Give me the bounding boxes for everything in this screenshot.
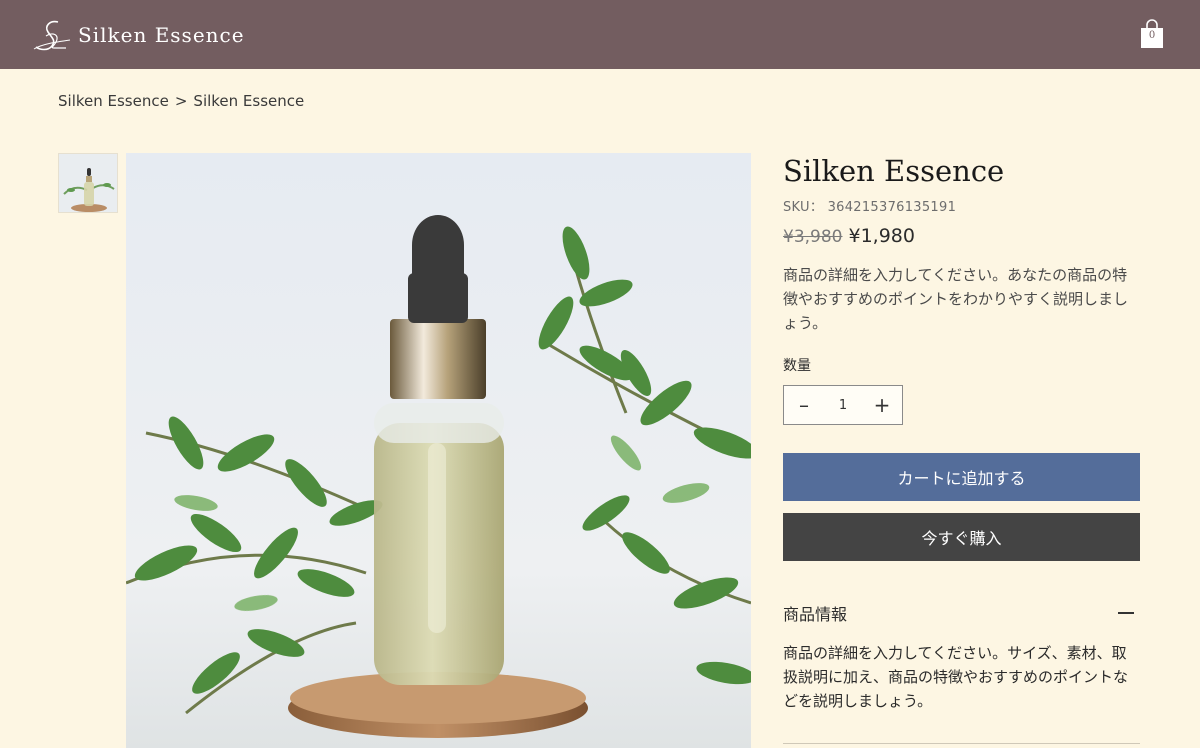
quantity-label: 数量 bbox=[783, 358, 811, 374]
script-s-logo-icon bbox=[33, 20, 71, 51]
add-to-cart-button[interactable]: カートに追加する bbox=[783, 453, 1140, 501]
product-description: 商品の詳細を入力してください。あなたの商品の特徴やおすすめのポイントをわかりやす… bbox=[783, 266, 1129, 332]
breadcrumb-separator: > bbox=[174, 92, 188, 110]
product-info: Silken Essence SKU： 364215376135191 ¥3,9… bbox=[783, 150, 1140, 713]
product-main-image[interactable] bbox=[126, 153, 751, 748]
buy-now-button[interactable]: 今すぐ購入 bbox=[783, 513, 1140, 561]
price-block: ¥3,980 ¥1,980 bbox=[783, 225, 1140, 247]
quantity-stepper: – 1 + bbox=[783, 385, 903, 425]
minus-icon[interactable]: – bbox=[794, 395, 814, 415]
section-divider bbox=[783, 743, 1140, 744]
product-info-section-header[interactable]: 商品情報 bbox=[783, 601, 1140, 625]
cart-button[interactable]: 0 bbox=[1140, 19, 1166, 49]
product-thumbnail[interactable] bbox=[58, 153, 118, 213]
product-info-section-body: 商品の詳細を入力してください。サイズ、素材、取扱説明に加え、商品の特徴やおすすめ… bbox=[783, 644, 1129, 710]
breadcrumb-home[interactable]: Silken Essence bbox=[58, 92, 169, 110]
collapse-minus-icon[interactable] bbox=[1118, 612, 1134, 614]
quantity-value[interactable]: 1 bbox=[839, 398, 847, 413]
original-price: ¥3,980 bbox=[783, 227, 843, 247]
thumbnail-image bbox=[59, 154, 117, 212]
product-info-section-title: 商品情報 bbox=[783, 605, 848, 624]
breadcrumb-current[interactable]: Silken Essence bbox=[193, 92, 304, 110]
brand-name: Silken Essence bbox=[78, 23, 245, 47]
breadcrumb: Silken Essence > Silken Essence bbox=[58, 92, 304, 110]
site-header: Silken Essence 0 bbox=[0, 0, 1200, 69]
logo[interactable]: Silken Essence bbox=[32, 18, 245, 52]
essential-oil-bottle-image bbox=[126, 153, 751, 748]
product-title: Silken Essence bbox=[783, 154, 1005, 188]
cart-count: 0 bbox=[1148, 30, 1156, 41]
sale-price: ¥1,980 bbox=[848, 225, 915, 247]
plus-icon[interactable]: + bbox=[872, 395, 892, 415]
product-sku: SKU： 364215376135191 bbox=[783, 200, 957, 215]
